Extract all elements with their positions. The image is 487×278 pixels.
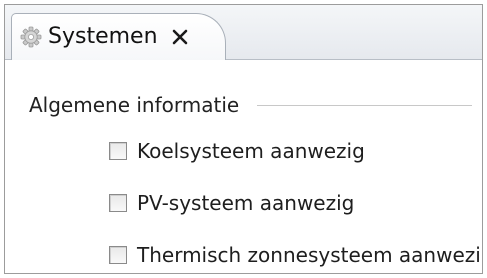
tab-content: Algemene informatie Koelsysteem aanwezig… [5, 60, 483, 273]
close-icon[interactable] [170, 27, 190, 47]
thermisch-zonnesysteem-checkbox[interactable] [109, 246, 127, 264]
thermisch-zonnesysteem-checkbox-row[interactable]: Thermisch zonnesysteem aanwezig [109, 243, 483, 267]
tab-bar: Systemen [5, 5, 482, 61]
systemen-panel: Systemen Algemene informatie Koelsysteem… [4, 4, 483, 274]
group-separator [257, 105, 472, 106]
tab-systemen[interactable]: Systemen [11, 13, 226, 61]
tab-label: Systemen [48, 24, 158, 49]
checkbox-label: PV-systeem aanwezig [137, 191, 355, 215]
checkbox-label: Koelsysteem aanwezig [137, 139, 365, 163]
pv-systeem-checkbox-row[interactable]: PV-systeem aanwezig [109, 191, 354, 215]
pv-systeem-checkbox[interactable] [109, 194, 127, 212]
koelsysteem-checkbox-row[interactable]: Koelsysteem aanwezig [109, 139, 365, 163]
group-title: Algemene informatie [29, 93, 250, 117]
koelsysteem-checkbox[interactable] [109, 142, 127, 160]
checkbox-label: Thermisch zonnesysteem aanwezig [137, 243, 483, 267]
gear-icon [20, 26, 42, 48]
